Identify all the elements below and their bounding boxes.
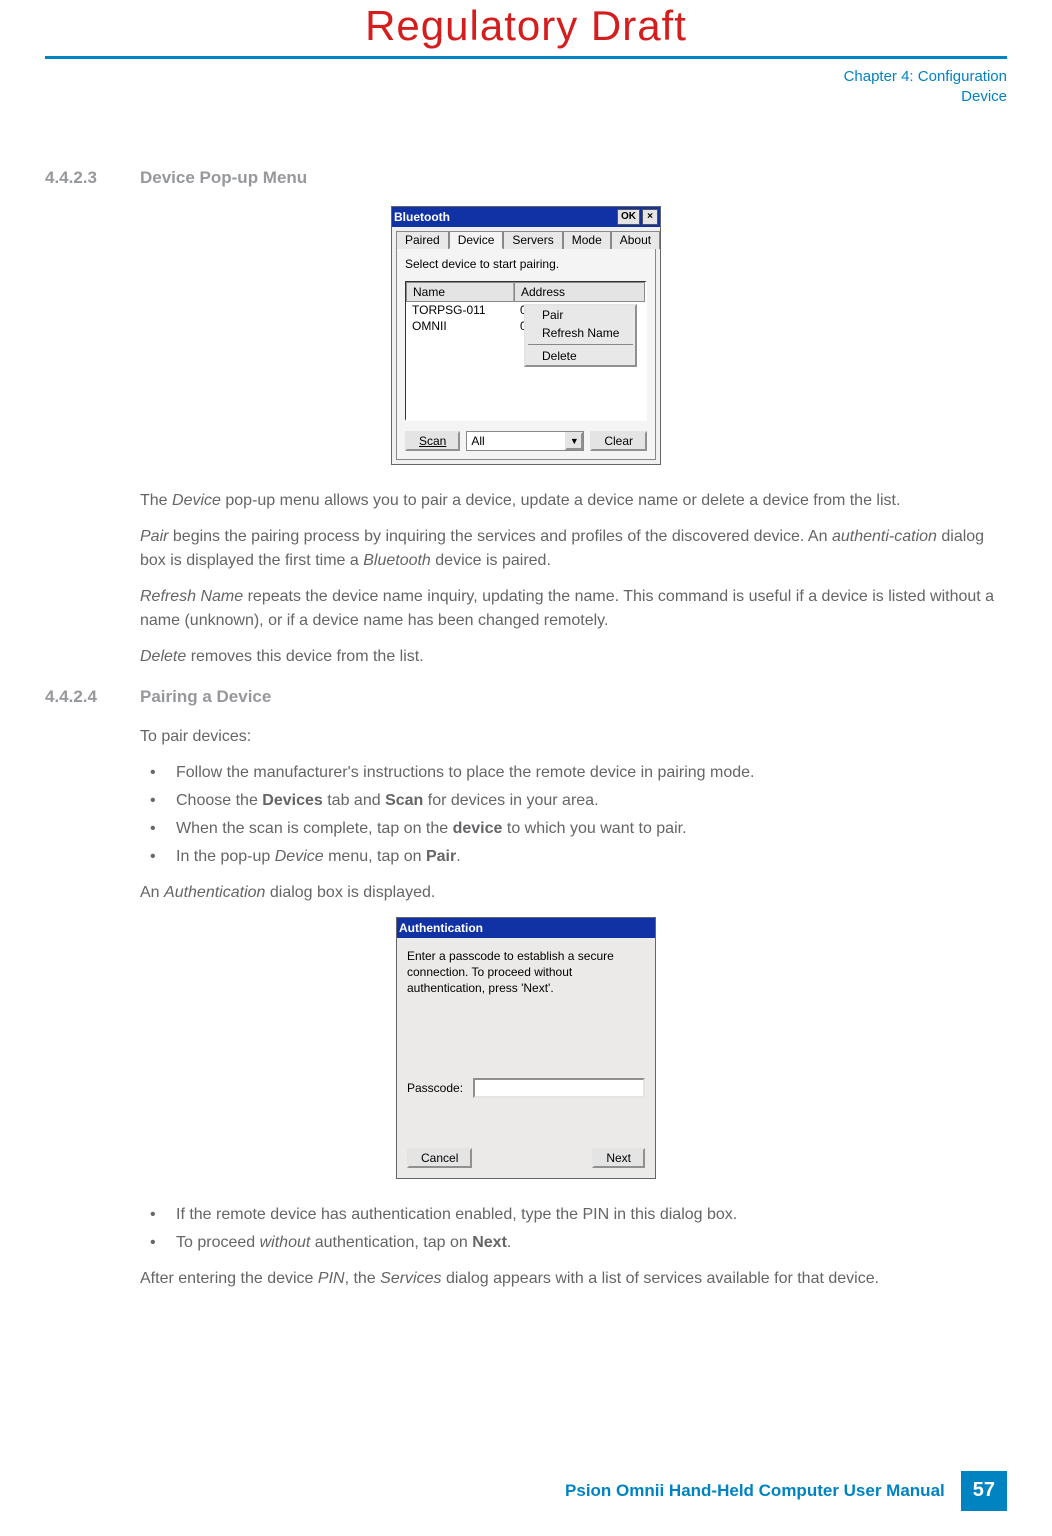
tab-servers[interactable]: Servers [503,231,562,249]
chapter-line2: Device [45,87,1007,107]
page-footer: Psion Omnii Hand-Held Computer User Manu… [45,1471,1007,1511]
tab-about[interactable]: About [611,231,660,249]
col-address[interactable]: Address [514,282,645,302]
window-title: Authentication [399,921,483,935]
chapter-line1: Chapter 4: Configuration [45,67,1007,87]
list-item: Follow the manufacturer's instructions t… [140,761,1007,785]
paragraph: To pair devices: [140,725,1007,749]
page-number: 57 [961,1471,1007,1511]
section-title: Pairing a Device [140,687,271,707]
scan-button[interactable]: Scan [405,431,460,451]
window-titlebar: Authentication [397,918,655,938]
section-number: 4.4.2.3 [45,168,140,188]
cell-name: OMNII [406,318,514,334]
clear-button[interactable]: Clear [590,431,647,451]
list-item: In the pop-up Device menu, tap on Pair. [140,845,1007,869]
chapter-header: Chapter 4: Configuration Device [45,56,1007,108]
menu-refresh-name[interactable]: Refresh Name [526,324,635,342]
authentication-screenshot: Authentication Enter a passcode to estab… [45,917,1007,1179]
menu-pair[interactable]: Pair [526,306,635,324]
paragraph: An Authentication dialog box is displaye… [140,881,1007,905]
watermark: Regulatory Draft [45,2,1007,50]
paragraph: Refresh Name repeats the device name inq… [140,585,1007,633]
hint-text: Select device to start pairing. [405,257,647,271]
auth-message: Enter a passcode to establish a secure c… [407,948,645,1068]
passcode-input[interactable] [473,1078,645,1098]
cancel-button[interactable]: Cancel [407,1148,472,1168]
combo-value: All [467,434,565,448]
footer-text: Psion Omnii Hand-Held Computer User Manu… [549,1471,961,1511]
paragraph: After entering the device PIN, the Servi… [140,1267,1007,1291]
list-item: When the scan is complete, tap on the de… [140,817,1007,841]
window-titlebar: Bluetooth OK × [392,207,660,227]
tab-mode[interactable]: Mode [563,231,611,249]
tab-device[interactable]: Device [449,231,504,249]
bluetooth-device-screenshot: Bluetooth OK × Paired Device Servers Mod… [45,206,1007,465]
col-name[interactable]: Name [406,282,514,302]
passcode-label: Passcode: [407,1081,463,1095]
paragraph: Delete removes this device from the list… [140,645,1007,669]
paragraph: Pair begins the pairing process by inqui… [140,525,1007,573]
chevron-down-icon[interactable]: ▼ [565,432,583,450]
device-context-menu: Pair Refresh Name Delete [524,304,637,367]
next-button[interactable]: Next [592,1148,645,1168]
window-title: Bluetooth [394,210,450,224]
ok-button[interactable]: OK [617,209,640,225]
section-title: Device Pop-up Menu [140,168,307,188]
list-item: To proceed without authentication, tap o… [140,1231,1007,1255]
filter-combo[interactable]: All ▼ [466,431,584,451]
device-list[interactable]: Name Address TORPSG-011 001E37AE4D06 OMN… [405,281,647,421]
tab-paired[interactable]: Paired [396,231,449,249]
paragraph: The Device pop-up menu allows you to pai… [140,489,1007,513]
close-icon[interactable]: × [642,209,658,225]
list-item: Choose the Devices tab and Scan for devi… [140,789,1007,813]
list-item: If the remote device has authentication … [140,1203,1007,1227]
menu-delete[interactable]: Delete [526,347,635,365]
cell-name: TORPSG-011 [406,302,514,318]
section-number: 4.4.2.4 [45,687,140,707]
